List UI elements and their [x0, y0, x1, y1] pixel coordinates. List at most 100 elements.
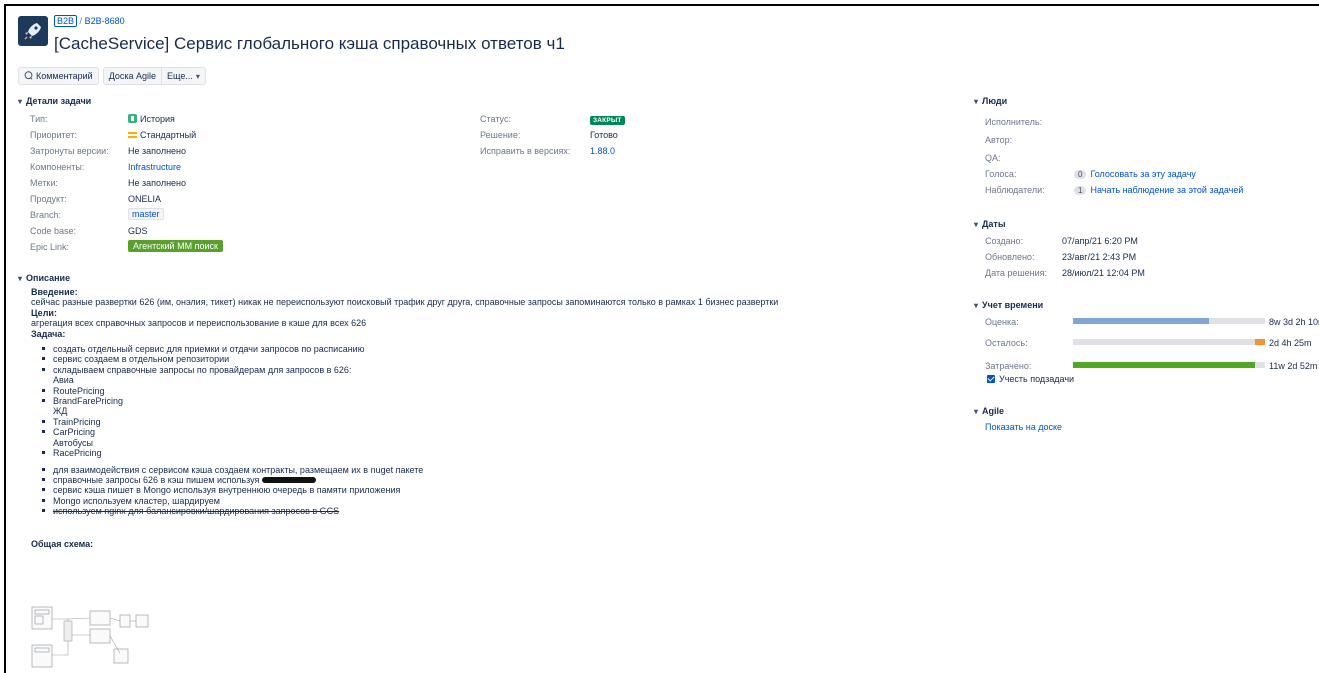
breadcrumb-project[interactable]: B2B: [54, 15, 78, 27]
status-label: Статус:: [480, 114, 511, 124]
components-label: Компоненты:: [30, 162, 85, 172]
list-item: складываем справочные запросы по провайд…: [42, 365, 931, 375]
list-item-text: справочные запросы 626 в кэш пишем испол…: [53, 474, 260, 485]
logged-label: Затрачено:: [985, 361, 1032, 371]
details-section-toggle[interactable]: ▾ Детали задачи: [18, 96, 91, 106]
watch-link[interactable]: Начать наблюдение за этой задачей: [1090, 185, 1243, 195]
logged-bar: [1073, 362, 1265, 368]
type-text: История: [140, 114, 175, 124]
remaining-value: 2d 4h 25m: [1269, 338, 1312, 348]
dates-section-toggle[interactable]: ▾ Даты: [974, 219, 1006, 229]
logged-value: 11w 2d 52m: [1269, 361, 1318, 371]
people-section-toggle[interactable]: ▾ Люди: [974, 96, 1007, 106]
description-section-toggle[interactable]: ▾ Описание: [18, 273, 70, 283]
branch-value: master: [128, 208, 164, 220]
description-body: Введение: сейчас разные развертки 626 (и…: [31, 287, 931, 549]
comment-button[interactable]: Комментарий: [18, 67, 99, 85]
remaining-bar: [1073, 339, 1265, 345]
more-label: Еще...: [167, 71, 193, 81]
toolbar-group: Доска Agile Еще... ▾: [102, 67, 206, 85]
agile-board-button[interactable]: Доска Agile: [102, 67, 163, 85]
time-tracking-section-toggle[interactable]: ▾ Учет времени: [974, 300, 1043, 310]
chevron-down-icon: ▾: [974, 406, 979, 416]
updated-label: Обновлено:: [985, 252, 1035, 262]
codebase-value: GDS: [128, 226, 148, 236]
reporter-label: Автор:: [985, 135, 1013, 145]
redacted-text: [261, 476, 316, 483]
type-value: История: [128, 114, 175, 124]
chevron-down-icon: ▾: [18, 96, 23, 106]
list-item: сервис кэша пишет в Mongo используя внут…: [42, 485, 931, 495]
dates-heading: Даты: [982, 219, 1006, 229]
task-list-2: для взаимодействия с сервисом кэша созда…: [42, 465, 931, 517]
list-item-struck: используем nginx для балансировки/шардир…: [42, 506, 931, 516]
list-item: RacePricing: [42, 448, 931, 458]
chevron-down-icon: ▾: [18, 273, 23, 283]
chevron-down-icon: ▾: [195, 71, 200, 81]
agile-heading: Agile: [982, 406, 1005, 416]
vote-link[interactable]: Голосовать за эту задачу: [1090, 169, 1195, 179]
issue-toolbar: Комментарий Доска Agile Еще... ▾: [18, 67, 206, 85]
include-subtasks-checkbox[interactable]: Учесть подзадачи: [987, 374, 1074, 384]
votes-value: 0 Голосовать за эту задачу: [1074, 169, 1196, 179]
list-item: TrainPricing: [42, 417, 931, 427]
issue-title: [CacheService] Сервис глобального кэша с…: [54, 34, 565, 53]
votes-label: Голоса:: [985, 169, 1017, 179]
priority-value: Стандартный: [128, 130, 196, 140]
comment-button-label: Комментарий: [36, 71, 93, 81]
priority-label: Приоритет:: [30, 130, 77, 140]
votes-count: 0: [1074, 170, 1087, 179]
list-item: справочные запросы 626 в кэш пишем испол…: [42, 475, 931, 485]
created-value: 07/апр/21 6:20 PM: [1062, 236, 1138, 246]
goals-heading: Цели:: [31, 307, 57, 318]
estimate-bar-fill: [1073, 318, 1210, 324]
watchers-label: Наблюдатели:: [985, 185, 1045, 195]
list-item: BrandFarePricing: [42, 396, 931, 406]
branch-chip[interactable]: master: [128, 208, 164, 220]
project-avatar-rocket-icon[interactable]: [18, 16, 48, 46]
list-item: Mongo используем кластер, шардируем: [42, 496, 931, 506]
breadcrumb-separator: /: [79, 16, 83, 26]
comment-icon: [24, 70, 33, 82]
priority-medium-icon: [128, 132, 137, 138]
list-item: сервис создаем в отдельном репозитории: [42, 354, 931, 364]
chevron-down-icon: ▾: [974, 300, 979, 310]
status-lozenge: ЗАКРЫТ: [590, 116, 625, 125]
scheme-heading: Общая схема:: [31, 538, 94, 549]
goals-text: агрегация всех справочных запросов и пер…: [31, 318, 367, 329]
scheme-diagram-thumbnail[interactable]: [30, 605, 160, 669]
list-item: создать отдельный сервис для приемки и о…: [42, 344, 931, 354]
task-heading: Задача:: [31, 328, 66, 339]
agile-section-toggle[interactable]: ▾ Agile: [974, 406, 1004, 416]
agile-board-label: Доска Agile: [108, 71, 157, 81]
resolution-value: Готово: [590, 130, 618, 140]
description-heading: Описание: [26, 273, 71, 283]
breadcrumb-issue-key[interactable]: B2B-8680: [85, 16, 125, 26]
labels-value: Не заполнено: [128, 178, 187, 188]
type-label: Тип:: [30, 114, 48, 124]
resolution-label: Решение:: [480, 130, 521, 140]
checkbox-checked-icon: [987, 375, 995, 383]
epic-chip[interactable]: Агентский ММ поиск: [128, 240, 223, 252]
created-label: Создано:: [985, 236, 1024, 246]
list-subheading: Автобусы: [53, 437, 93, 448]
product-value: ONELIA: [128, 194, 162, 204]
intro-heading: Введение:: [31, 287, 78, 297]
show-on-board-link[interactable]: Показать на доске: [985, 422, 1062, 432]
status-value: ЗАКРЫТ: [590, 114, 625, 125]
include-subtasks-label: Учесть подзадачи: [999, 374, 1075, 384]
fix-versions-value[interactable]: 1.88.0: [590, 146, 615, 156]
remaining-label: Осталось:: [985, 338, 1028, 348]
more-button[interactable]: Еще... ▾: [162, 67, 206, 85]
list-item: RoutePricing: [42, 386, 931, 396]
components-value[interactable]: Infrastructure: [128, 162, 181, 172]
watchers-value: 1 Начать наблюдение за этой задачей: [1074, 185, 1243, 195]
epic-link-label: Epic Link:: [30, 242, 70, 252]
product-label: Продукт:: [30, 194, 67, 204]
codebase-label: Code base:: [30, 226, 77, 236]
task-list-1: создать отдельный сервис для приемки и о…: [42, 344, 931, 458]
labels-label: Метки:: [30, 178, 58, 188]
remaining-bar-fill: [1255, 339, 1265, 345]
resolved-value: 28/июл/21 12:04 PM: [1062, 268, 1145, 278]
resolved-label: Дата решения:: [985, 268, 1048, 278]
